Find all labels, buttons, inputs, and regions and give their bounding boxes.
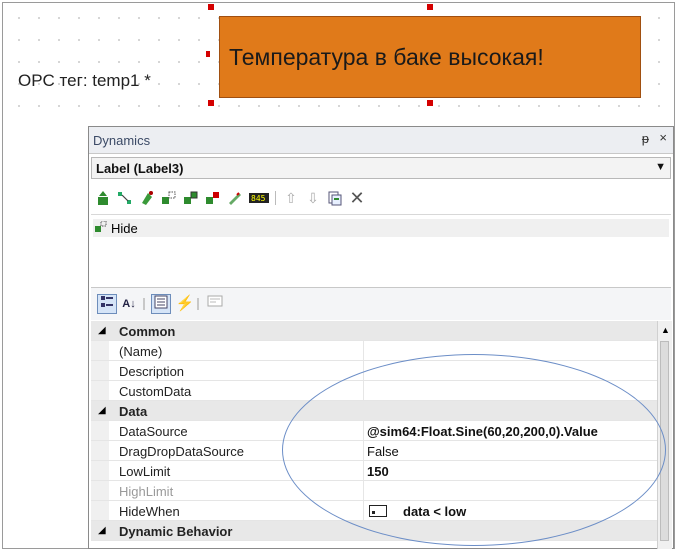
- resize-handle-left[interactable]: [206, 51, 210, 57]
- property-row-highlimit[interactable]: HighLimit: [91, 481, 657, 501]
- collapse-icon[interactable]: ◢: [98, 325, 106, 336]
- property-row-dragdropdatasource[interactable]: DragDropDataSource False: [91, 441, 657, 461]
- resize-handle-top-left[interactable]: [208, 4, 214, 10]
- column-divider: [363, 361, 364, 380]
- row-gutter: [91, 501, 109, 520]
- property-row-customdata[interactable]: CustomData: [91, 381, 657, 401]
- toolbar-separator: [197, 298, 199, 310]
- column-divider: [363, 461, 364, 480]
- category-label: Dynamic Behavior: [119, 524, 233, 539]
- property-row-hidewhen[interactable]: HideWhen data < low: [91, 501, 657, 521]
- add-dynamic-icon[interactable]: [95, 190, 111, 206]
- toolbar-separator: [275, 191, 276, 205]
- move-up-icon[interactable]: ⇧: [283, 190, 299, 206]
- property-name: HideWhen: [119, 504, 180, 519]
- column-divider: [363, 441, 364, 460]
- property-name: Description: [119, 364, 185, 379]
- property-name: (Name): [119, 344, 163, 359]
- dynamics-list: Hide: [91, 214, 671, 283]
- object-selector-value: Label (Label3): [96, 161, 184, 176]
- category-data[interactable]: ◢ Data: [91, 401, 657, 421]
- chevron-down-icon[interactable]: ▼: [655, 161, 666, 173]
- color-icon[interactable]: [227, 190, 243, 206]
- property-value[interactable]: False: [367, 444, 399, 459]
- fill-icon[interactable]: [139, 190, 155, 206]
- column-divider: [363, 381, 364, 400]
- panel-titlebar: Dynamics ᵽ ×: [89, 127, 673, 154]
- resize-handle-bottom[interactable]: [427, 100, 433, 106]
- column-divider: [363, 501, 364, 520]
- scroll-up-icon[interactable]: ▲: [661, 325, 670, 335]
- toolbar-separator: [143, 298, 145, 310]
- row-gutter: [91, 421, 109, 440]
- blink-icon[interactable]: [205, 190, 221, 206]
- value-display-icon[interactable]: 845: [249, 190, 269, 206]
- property-name: CustomData: [119, 384, 192, 399]
- property-row-name[interactable]: (Name): [91, 341, 657, 361]
- row-gutter: [91, 441, 109, 460]
- property-value[interactable]: 150: [367, 464, 389, 479]
- dynamics-toolbar: 845 ⇧ ⇩ ✕: [91, 183, 671, 213]
- property-value[interactable]: @sim64:Float.Sine(60,20,200,0).Value: [367, 424, 598, 439]
- connect-icon[interactable]: [117, 190, 133, 206]
- property-name: DataSource: [119, 424, 188, 439]
- hide-icon: [95, 220, 107, 233]
- property-grid: ◢ Common (Name) Description CustomData ◢…: [91, 321, 657, 549]
- property-name: DragDropDataSource: [119, 444, 245, 459]
- svg-text:845: 845: [251, 194, 266, 203]
- property-name: HighLimit: [119, 484, 174, 499]
- property-grid-toolbar: A↓ ⚡: [91, 287, 671, 320]
- close-icon[interactable]: ×: [659, 130, 667, 145]
- collapse-icon[interactable]: ◢: [98, 525, 106, 536]
- events-icon[interactable]: ⚡: [175, 294, 195, 314]
- object-selector[interactable]: Label (Label3) ▼: [91, 157, 671, 179]
- list-item[interactable]: Hide: [93, 219, 669, 237]
- pin-icon[interactable]: ᵽ: [642, 131, 649, 146]
- row-gutter: [91, 481, 109, 500]
- alarm-label-text[interactable]: Температура в баке высокая!: [229, 44, 544, 71]
- row-gutter: [91, 361, 109, 380]
- panel-title: Dynamics: [93, 133, 151, 148]
- column-divider: [363, 341, 364, 360]
- scrollbar-thumb[interactable]: [660, 341, 669, 541]
- property-pages-icon[interactable]: [205, 294, 225, 314]
- categorized-icon[interactable]: [97, 294, 117, 314]
- resize-handle-bottom-left[interactable]: [208, 100, 214, 106]
- collapse-icon[interactable]: ◢: [98, 405, 106, 416]
- category-dynamic-behavior[interactable]: ◢ Dynamic Behavior: [91, 521, 657, 541]
- property-row-description[interactable]: Description: [91, 361, 657, 381]
- dynamics-panel: Dynamics ᵽ × Label (Label3) ▼ 845 ⇧ ⇩ ✕ …: [88, 126, 674, 549]
- category-label: Data: [119, 404, 148, 419]
- delete-icon[interactable]: ✕: [349, 189, 365, 207]
- row-gutter: [91, 461, 109, 480]
- row-gutter: [91, 381, 109, 400]
- properties-icon[interactable]: [151, 294, 171, 314]
- copy-icon[interactable]: [327, 190, 343, 206]
- category-label: Common: [119, 324, 176, 339]
- condition-icon: [369, 505, 387, 520]
- category-common[interactable]: ◢ Common: [91, 321, 657, 341]
- row-gutter: [91, 341, 109, 360]
- vertical-scrollbar[interactable]: ▲: [657, 321, 672, 549]
- property-value[interactable]: data < low: [403, 504, 466, 519]
- enable-icon[interactable]: [183, 190, 199, 206]
- column-divider: [363, 421, 364, 440]
- property-row-lowlimit[interactable]: LowLimit 150: [91, 461, 657, 481]
- resize-handle-top[interactable]: [427, 4, 433, 10]
- opc-tag-label[interactable]: OPC тег: temp1 *: [18, 71, 151, 91]
- property-name: LowLimit: [119, 464, 171, 479]
- alphabetical-icon[interactable]: A↓: [119, 294, 139, 314]
- column-divider: [363, 481, 364, 500]
- property-row-datasource[interactable]: DataSource @sim64:Float.Sine(60,20,200,0…: [91, 421, 657, 441]
- hide-icon[interactable]: [161, 190, 177, 206]
- move-down-icon[interactable]: ⇩: [305, 190, 321, 206]
- list-item-label: Hide: [111, 221, 138, 236]
